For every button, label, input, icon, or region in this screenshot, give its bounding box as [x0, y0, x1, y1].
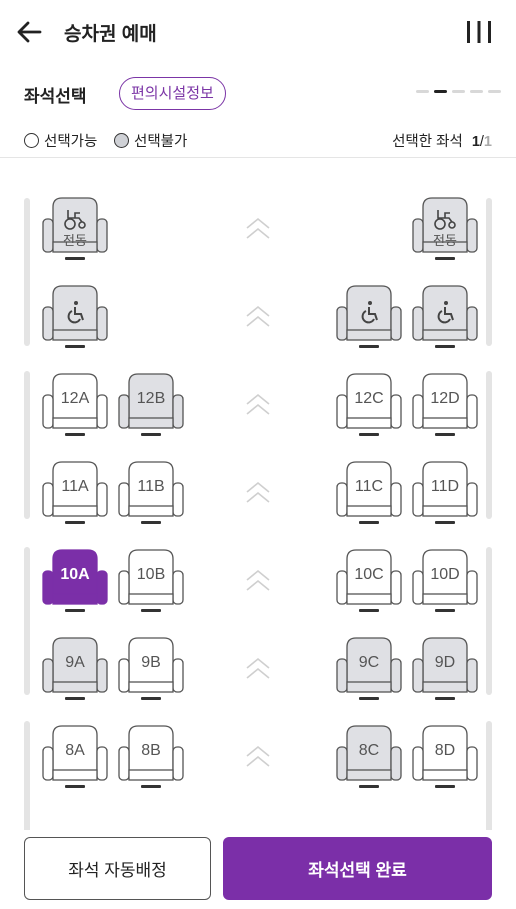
seat-8A[interactable]: 8A [42, 725, 108, 789]
double-chevron-up-icon [245, 657, 271, 681]
seat-number: 9C [358, 654, 380, 671]
seat-number: 12A [60, 390, 90, 407]
menu-button[interactable] [464, 18, 494, 46]
seat-map[interactable]: 전동 전동 12A 12B 12C 12D 11A 11B 11C 11D 10A 10B 10C 10D… [0, 158, 516, 830]
legend-unavailable-label: 선택불가 [134, 134, 188, 150]
seat-9B[interactable]: 9B [118, 637, 184, 701]
legend-available-label: 선택가능 [44, 134, 98, 150]
legend-unavailable: 선택불가 [114, 130, 187, 151]
seat-wheelchair [412, 285, 478, 349]
seat-10A[interactable]: 10A [42, 549, 108, 613]
seat-11A[interactable]: 11A [42, 461, 108, 525]
seat-select-header: 좌석선택 편의시설정보 [0, 72, 516, 116]
double-chevron-up-icon [245, 393, 271, 417]
unavailable-circle-icon [114, 133, 129, 148]
available-circle-icon [24, 133, 39, 148]
seat-number: 10C [354, 566, 384, 583]
seat-8C: 8C [336, 725, 402, 789]
power-wheelchair-icon [63, 207, 87, 231]
app-header: 승차권 예매 [0, 0, 516, 64]
seat-전동: 전동 [42, 197, 108, 261]
car-wall-left [24, 721, 30, 830]
seat-legend: 선택가능 선택불가 선택한 좌석 1/1 [0, 124, 516, 158]
car-page-dot[interactable] [416, 90, 429, 93]
car-wall-right [486, 371, 492, 519]
car-page-dot[interactable] [488, 90, 501, 93]
seat-11D[interactable]: 11D [412, 461, 478, 525]
back-button[interactable] [14, 16, 46, 48]
selected-count-value: 1 [471, 134, 480, 150]
seat-전동: 전동 [412, 197, 478, 261]
power-wheelchair-icon [433, 207, 457, 231]
facility-info-button[interactable]: 편의시설정보 [119, 77, 226, 110]
seat-number: 11B [137, 478, 165, 495]
car-wall-left [24, 547, 30, 695]
double-chevron-up-icon [245, 305, 271, 329]
seat-10B[interactable]: 10B [118, 549, 184, 613]
seat-type-label: 전동 [433, 233, 457, 248]
seat-number: 10B [136, 566, 166, 583]
car-wall-right [486, 547, 492, 695]
double-chevron-up-icon [245, 569, 271, 593]
seat-select-title: 좌석선택 [24, 87, 87, 106]
seat-number: 8A [65, 742, 85, 759]
wheelchair-icon [63, 300, 87, 324]
seat-number: 12B [136, 390, 166, 407]
menu-bars-icon [467, 21, 491, 43]
seat-8D[interactable]: 8D [412, 725, 478, 789]
seat-number: 10A [60, 566, 90, 583]
auto-assign-button[interactable]: 좌석 자동배정 [24, 837, 211, 900]
car-wall-right [486, 198, 492, 346]
seat-10D[interactable]: 10D [412, 549, 478, 613]
double-chevron-up-icon [245, 481, 271, 505]
seat-number: 11A [61, 478, 89, 495]
seat-number: 12C [354, 390, 384, 407]
wheelchair-icon [357, 300, 381, 324]
car-page-indicator[interactable] [416, 90, 501, 93]
car-wall-left [24, 371, 30, 519]
wheelchair-icon [433, 300, 457, 324]
seat-number: 11D [430, 478, 460, 495]
seat-wheelchair [336, 285, 402, 349]
seat-number: 9A [65, 654, 85, 671]
seat-number: 8D [434, 742, 456, 759]
page-title: 승차권 예매 [64, 24, 157, 45]
seat-number: 9B [141, 654, 161, 671]
seat-number: 8C [358, 742, 380, 759]
complete-selection-button[interactable]: 좌석선택 완료 [223, 837, 492, 900]
selected-seat-label: 선택한 좌석 [392, 134, 463, 150]
legend-available: 선택가능 [24, 130, 97, 151]
seat-number: 9D [434, 654, 456, 671]
car-page-dot[interactable] [470, 90, 483, 93]
seat-number: 11C [354, 478, 384, 495]
arrow-left-icon [17, 21, 42, 43]
seat-11B[interactable]: 11B [118, 461, 184, 525]
seat-11C[interactable]: 11C [336, 461, 402, 525]
seat-10C[interactable]: 10C [336, 549, 402, 613]
double-chevron-up-icon [245, 217, 271, 241]
double-chevron-up-icon [245, 745, 271, 769]
car-wall-left [24, 198, 30, 346]
car-wall-right [486, 721, 492, 830]
car-page-dot[interactable] [434, 90, 447, 93]
seat-9C: 9C [336, 637, 402, 701]
seat-number: 12D [430, 390, 460, 407]
seat-number: 8B [141, 742, 161, 759]
seat-12A[interactable]: 12A [42, 373, 108, 437]
seat-9A: 9A [42, 637, 108, 701]
car-page-dot[interactable] [452, 90, 465, 93]
seat-8B[interactable]: 8B [118, 725, 184, 789]
seat-9D: 9D [412, 637, 478, 701]
total-count-value: 1 [483, 134, 492, 150]
seat-wheelchair [42, 285, 108, 349]
action-footer: 좌석 자동배정 좌석선택 완료 [0, 830, 516, 909]
seat-type-label: 전동 [63, 233, 87, 248]
seat-12D[interactable]: 12D [412, 373, 478, 437]
seat-12B: 12B [118, 373, 184, 437]
seat-number: 10D [430, 566, 460, 583]
selected-seat-count: 선택한 좌석 1/1 [392, 130, 492, 151]
seat-12C[interactable]: 12C [336, 373, 402, 437]
